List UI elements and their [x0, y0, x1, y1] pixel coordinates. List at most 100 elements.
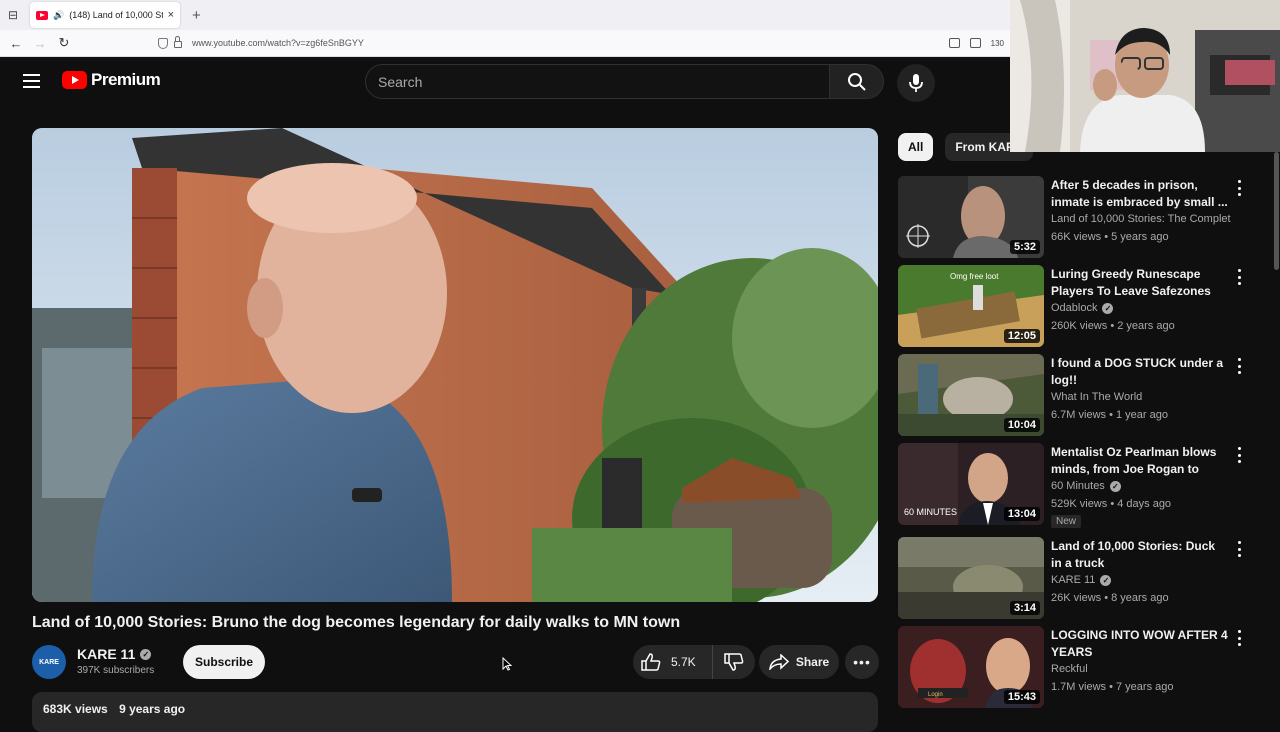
verified-icon: ✓ — [140, 648, 152, 660]
recommendation-meta: 66K views • 5 years ago — [1051, 231, 1169, 243]
recommendation-thumbnail[interactable]: 60 MINUTES 13:04 — [898, 443, 1044, 525]
recommendation-title[interactable]: Mentalist Oz Pearlman blows minds, from … — [1051, 444, 1229, 478]
search-box[interactable] — [365, 64, 830, 99]
recommendation-channel[interactable]: What In The World — [1051, 391, 1142, 403]
reload-icon[interactable]: ↻ — [52, 35, 76, 51]
recommendation-meta: 529K views • 4 days ago — [1051, 498, 1172, 510]
verified-icon: ✓ — [1102, 302, 1114, 314]
recommendation-channel[interactable]: Reckful — [1051, 663, 1088, 675]
like-count: 5.7K — [671, 655, 696, 669]
recommendation-title[interactable]: I found a DOG STUCK under a log!! — [1051, 355, 1229, 389]
recommendation-title[interactable]: Land of 10,000 Stories: Duck in a truck — [1051, 538, 1229, 572]
channel-avatar[interactable]: KARE — [32, 645, 66, 679]
recommendation-thumbnail[interactable]: 3:14 — [898, 537, 1044, 619]
recommendation-thumbnail[interactable]: 10:04 — [898, 354, 1044, 436]
browser-tab[interactable]: 🔊 (148) Land of 10,000 Stories × — [30, 2, 180, 28]
like-button[interactable]: 5.7K — [633, 645, 713, 679]
browser-tab-bar: ⊟ 🔊 (148) Land of 10,000 Stories × + — [0, 0, 1010, 30]
recommendation-channel[interactable]: Land of 10,000 Stories: The Complete C..… — [1051, 213, 1231, 225]
logo-text: Premium — [91, 70, 161, 89]
verified-icon: ✓ — [1100, 574, 1112, 586]
recommendation-views: 1.7M views — [1051, 681, 1107, 693]
recommendation-channel[interactable]: Odablock ✓ — [1051, 302, 1114, 314]
share-button[interactable]: Share — [759, 645, 839, 679]
recommendation-channel-text[interactable]: Land of 10,000 Stories: The Complete C..… — [1051, 213, 1231, 225]
recommendation-channel-text[interactable]: Reckful — [1051, 663, 1088, 675]
picture-in-picture-icon[interactable] — [948, 38, 960, 48]
more-actions-icon[interactable]: ••• — [845, 645, 879, 679]
reader-view-icon[interactable] — [969, 38, 981, 48]
video-title: Land of 10,000 Stories: Bruno the dog be… — [32, 614, 681, 631]
new-badge: New — [1051, 515, 1082, 528]
like-dislike-group: 5.7K — [633, 645, 755, 679]
verified-icon: ✓ — [1109, 480, 1121, 492]
thumbnail-text: Omg free loot — [950, 272, 999, 281]
menu-icon[interactable] — [23, 74, 40, 88]
lock-icon[interactable] — [174, 36, 182, 48]
channel-name-text[interactable]: KARE 11 — [77, 646, 135, 662]
chip-all[interactable]: All — [898, 133, 934, 161]
share-icon — [768, 654, 789, 670]
search-button[interactable] — [829, 64, 884, 99]
address-bar[interactable]: www.youtube.com/watch?v=zg6feSnBGYY — [158, 33, 949, 53]
more-options-icon[interactable] — [1238, 630, 1242, 646]
back-icon[interactable]: ← — [4, 36, 28, 51]
recommendation-views: 26K views — [1051, 592, 1102, 604]
recommendation-age: 1 year ago — [1116, 409, 1168, 421]
youtube-logo[interactable]: Premium — [62, 70, 161, 90]
forward-icon[interactable]: → — [28, 36, 52, 51]
more-options-icon[interactable] — [1238, 269, 1242, 285]
video-frame-image — [32, 128, 878, 602]
tab-title: (148) Land of 10,000 Stories — [69, 10, 162, 20]
tab-close-icon[interactable]: × — [168, 9, 174, 21]
recommendation-channel-text[interactable]: 60 Minutes — [1051, 480, 1105, 492]
tab-list-icon[interactable]: ⊟ — [0, 0, 26, 30]
microphone-icon — [909, 74, 923, 92]
new-tab-button[interactable]: + — [192, 7, 201, 24]
recommendation-meta: 6.7M views • 1 year ago — [1051, 409, 1168, 421]
recommendation-title[interactable]: LOGGING INTO WOW AFTER 4 YEARS — [1051, 627, 1229, 661]
recommendations-scrollbar[interactable] — [1274, 152, 1279, 270]
recommendation-title[interactable]: Luring Greedy Runescape Players To Leave… — [1051, 266, 1229, 300]
tracking-protection-icon[interactable] — [158, 37, 168, 49]
search-icon — [847, 72, 866, 91]
recommendation-item[interactable]: Login 15:43 LOGGING INTO WOW AFTER 4 YEA… — [898, 626, 1258, 715]
zoom-level[interactable]: 130 — [991, 39, 1004, 48]
video-duration: 15:43 — [1003, 690, 1040, 704]
recommendation-channel[interactable]: KARE 11 ✓ — [1051, 574, 1112, 586]
recommendation-thumbnail[interactable]: 5:32 — [898, 176, 1044, 258]
recommendation-channel-text[interactable]: KARE 11 — [1051, 574, 1095, 586]
recommendation-channel-text[interactable]: Odablock — [1051, 302, 1097, 314]
recommendation-thumbnail[interactable]: Login 15:43 — [898, 626, 1044, 708]
recommendation-views: 6.7M views — [1051, 409, 1107, 421]
recommendation-item[interactable]: Omg free loot 12:05 Luring Greedy Runesc… — [898, 265, 1258, 354]
audio-playing-icon[interactable]: 🔊 — [53, 10, 64, 21]
video-player[interactable] — [32, 128, 878, 602]
more-options-icon[interactable] — [1238, 358, 1242, 374]
recommendations-list: 5:32 After 5 decades in prison, inmate i… — [898, 176, 1258, 715]
recommendation-item[interactable]: 5:32 After 5 decades in prison, inmate i… — [898, 176, 1258, 265]
recommendation-item[interactable]: 60 MINUTES 13:04 Mentalist Oz Pearlman b… — [898, 443, 1258, 537]
dislike-button[interactable] — [713, 653, 755, 671]
voice-search-button[interactable] — [897, 64, 935, 102]
youtube-favicon-icon — [36, 10, 48, 20]
recommendation-channel[interactable]: 60 Minutes ✓ — [1051, 480, 1121, 492]
thumbs-down-icon — [724, 653, 744, 671]
recommendation-item[interactable]: 10:04 I found a DOG STUCK under a log!! … — [898, 354, 1258, 443]
recommendation-thumbnail[interactable]: Omg free loot 12:05 — [898, 265, 1044, 347]
channel-name[interactable]: KARE 11 ✓ — [77, 646, 152, 662]
recommendation-channel-text[interactable]: What In The World — [1051, 391, 1142, 403]
more-options-icon[interactable] — [1238, 180, 1242, 196]
search-input[interactable] — [378, 73, 829, 90]
more-options-icon[interactable] — [1238, 541, 1242, 557]
subscribe-button[interactable]: Subscribe — [183, 645, 265, 679]
recommendation-title[interactable]: After 5 decades in prison, inmate is emb… — [1051, 177, 1229, 211]
recommendation-age: 5 years ago — [1111, 231, 1169, 243]
thumbs-up-icon — [641, 653, 661, 671]
url-text[interactable]: www.youtube.com/watch?v=zg6feSnBGYY — [192, 38, 364, 48]
recommendation-item[interactable]: 3:14 Land of 10,000 Stories: Duck in a t… — [898, 537, 1258, 626]
description-box[interactable]: 683K views 9 years ago — [32, 692, 878, 732]
webcam-overlay — [1010, 0, 1280, 152]
more-options-icon[interactable] — [1238, 447, 1242, 463]
view-count: 683K views — [43, 702, 108, 716]
